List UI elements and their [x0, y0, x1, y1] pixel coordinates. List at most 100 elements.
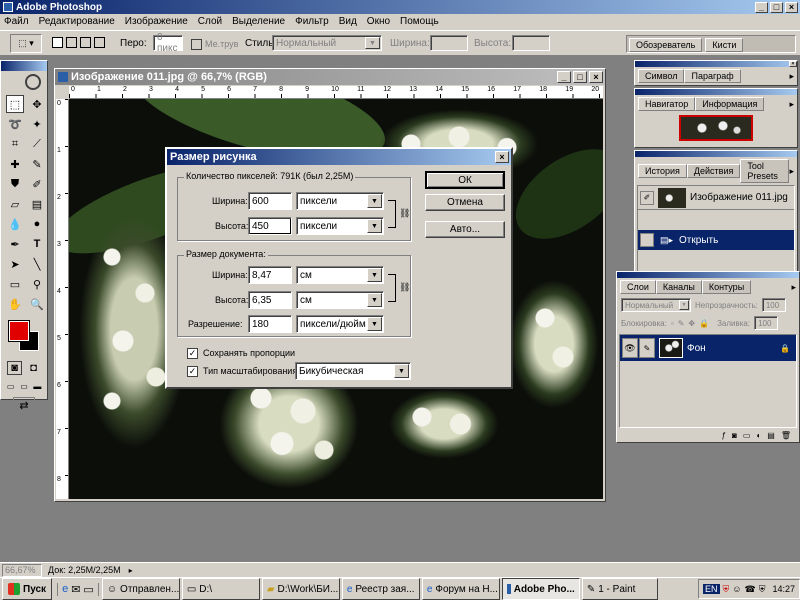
tab-channels[interactable]: Каналы: [655, 280, 702, 294]
network-icon[interactable]: ☎: [744, 584, 755, 595]
tab-info[interactable]: Информация: [695, 97, 765, 111]
eyedropper-icon[interactable]: ⚲: [28, 275, 46, 293]
menu-window[interactable]: Окно: [367, 16, 390, 28]
style-select[interactable]: Нормальный ▼: [272, 35, 382, 51]
pixel-width-unit-select[interactable]: пиксели ▼: [296, 192, 384, 210]
lock-pixels-icon[interactable]: ✎: [678, 319, 685, 328]
desktop-icon[interactable]: ▭: [83, 583, 93, 596]
history-brush-icon[interactable]: ✐: [28, 175, 46, 193]
doc-height-unit-select[interactable]: см ▼: [296, 291, 384, 309]
menu-layer[interactable]: Слой: [198, 16, 222, 28]
delete-layer-icon[interactable]: 🗑: [781, 431, 791, 440]
outlook-icon[interactable]: ✉: [71, 583, 80, 596]
adjustment-layer-icon[interactable]: ◐: [756, 431, 761, 440]
fill-input[interactable]: 100: [754, 316, 779, 330]
menu-filter[interactable]: Фильтр: [295, 16, 329, 28]
dodge-tool-icon[interactable]: ●: [28, 215, 46, 233]
auto-button[interactable]: Авто...: [425, 221, 505, 238]
marquee-tool-icon[interactable]: ⬚: [6, 95, 24, 113]
new-layer-icon[interactable]: ▤: [767, 431, 775, 440]
maximize-button[interactable]: □: [770, 1, 783, 13]
doc-height-input[interactable]: 6,35: [248, 291, 292, 309]
blend-mode-select[interactable]: Нормальный ▼: [621, 298, 691, 312]
clone-stamp-icon[interactable]: ⛊: [6, 175, 24, 193]
tool-preset-picker[interactable]: ⬚ ▾: [10, 34, 42, 53]
panel-close-button[interactable]: ×: [789, 61, 797, 67]
menu-image[interactable]: Изображение: [125, 16, 188, 28]
doc-width-input[interactable]: 8,47: [248, 266, 292, 284]
taskbar-item-paint[interactable]: ✎ 1 - Paint: [581, 578, 658, 600]
height-input[interactable]: [512, 35, 550, 51]
tab-file-browser[interactable]: Обозреватель: [629, 38, 703, 52]
doc-minimize-button[interactable]: _: [557, 71, 571, 83]
resample-method-select[interactable]: Бикубическая ▼: [295, 362, 411, 380]
gradient-tool-icon[interactable]: ▤: [28, 195, 46, 213]
doc-maximize-button[interactable]: □: [573, 71, 587, 83]
taskbar-item-drive-d[interactable]: ▭ D:\: [181, 578, 260, 600]
language-indicator[interactable]: EN: [703, 584, 720, 594]
tab-actions[interactable]: Действия: [686, 164, 741, 178]
history-snapshot[interactable]: ✐ Изображение 011.jpg: [638, 186, 794, 210]
history-brush-icon[interactable]: ✐: [640, 190, 654, 205]
line-tool-icon[interactable]: ╲: [28, 255, 46, 273]
adobe-logo[interactable]: [1, 71, 47, 93]
zoom-field[interactable]: 66,67%: [2, 563, 42, 577]
brush-link-icon[interactable]: ✎: [639, 338, 655, 358]
path-select-icon[interactable]: ➤: [6, 255, 24, 273]
menu-edit[interactable]: Редактирование: [39, 16, 115, 28]
color-swatches[interactable]: [1, 319, 47, 359]
panel-menu-icon[interactable]: ▸: [789, 166, 794, 177]
start-button[interactable]: Пуск: [2, 578, 53, 600]
panel-menu-icon[interactable]: ▸: [789, 71, 794, 82]
resample-checkbox[interactable]: ✓: [187, 366, 198, 377]
tab-tool-presets[interactable]: Tool Presets: [740, 159, 790, 183]
blur-tool-icon[interactable]: 💧: [6, 215, 24, 233]
tab-character[interactable]: Символ: [638, 69, 685, 83]
menu-file[interactable]: Файл: [4, 16, 29, 28]
tab-brushes[interactable]: Кисти: [705, 38, 744, 52]
tab-paragraph[interactable]: Параграф: [684, 69, 741, 83]
screen-mode-standard-icon[interactable]: ▭: [5, 379, 16, 393]
taskbar-item-photoshop[interactable]: Adobe Pho...: [501, 578, 580, 600]
jump-to-imageready-icon[interactable]: ⇄: [13, 397, 35, 413]
slice-tool-icon[interactable]: ⟋: [28, 135, 46, 153]
zoom-tool-icon[interactable]: 🔍: [28, 295, 46, 313]
cancel-button[interactable]: Отмена: [425, 194, 505, 211]
dialog-titlebar[interactable]: Размер рисунка ×: [167, 149, 511, 165]
antialias-checkbox[interactable]: [191, 39, 202, 50]
lasso-tool-icon[interactable]: ➰: [6, 115, 24, 133]
crop-tool-icon[interactable]: ⌗: [6, 135, 24, 153]
dialog-close-button[interactable]: ×: [495, 151, 509, 163]
pen-tool-icon[interactable]: ✒: [6, 235, 24, 253]
feather-input[interactable]: 0 пикс: [153, 32, 183, 54]
pixel-width-input[interactable]: 600: [248, 192, 292, 210]
close-button[interactable]: ×: [785, 1, 798, 13]
selection-mode-icons[interactable]: [52, 37, 112, 51]
taskbar-item-registry[interactable]: e Реестр зая...: [341, 578, 420, 600]
layer-mask-icon[interactable]: ◙: [732, 431, 737, 440]
constrain-proportions-checkbox[interactable]: ✓: [187, 348, 198, 359]
screen-mode-full-menu-icon[interactable]: ▭: [18, 379, 29, 393]
menu-view[interactable]: Вид: [339, 16, 357, 28]
eye-icon[interactable]: 👁: [622, 338, 638, 358]
layer-row[interactable]: 👁 ✎ Фон 🔒: [620, 335, 796, 361]
quickmask-mode-icon[interactable]: ◘: [26, 361, 41, 375]
tab-paths[interactable]: Контуры: [701, 280, 752, 294]
document-titlebar[interactable]: Изображение 011.jpg @ 66,7% (RGB) _ □ ×: [55, 69, 605, 85]
width-input[interactable]: [430, 35, 468, 51]
hand-tool-icon[interactable]: ✋: [6, 295, 24, 313]
tab-layers[interactable]: Слои: [620, 280, 656, 294]
taskbar-item-folder[interactable]: ▰ D:\Work\БИ...: [261, 578, 340, 600]
pixel-height-unit-select[interactable]: пиксели ▼: [296, 217, 384, 235]
brush-tool-icon[interactable]: ✎: [28, 155, 46, 173]
lock-transparency-icon[interactable]: ▫: [671, 319, 674, 328]
move-tool-icon[interactable]: ✥: [28, 95, 46, 113]
layer-set-icon[interactable]: ▭: [743, 431, 751, 440]
foreground-color[interactable]: [8, 320, 30, 342]
eraser-tool-icon[interactable]: ▱: [6, 195, 24, 213]
pixel-height-input[interactable]: 450: [248, 217, 292, 235]
panel-menu-icon[interactable]: ▸: [791, 282, 796, 293]
history-item[interactable]: ▤▸ Открыть: [638, 230, 794, 250]
menu-select[interactable]: Выделение: [232, 16, 285, 28]
doc-close-button[interactable]: ×: [589, 71, 603, 83]
